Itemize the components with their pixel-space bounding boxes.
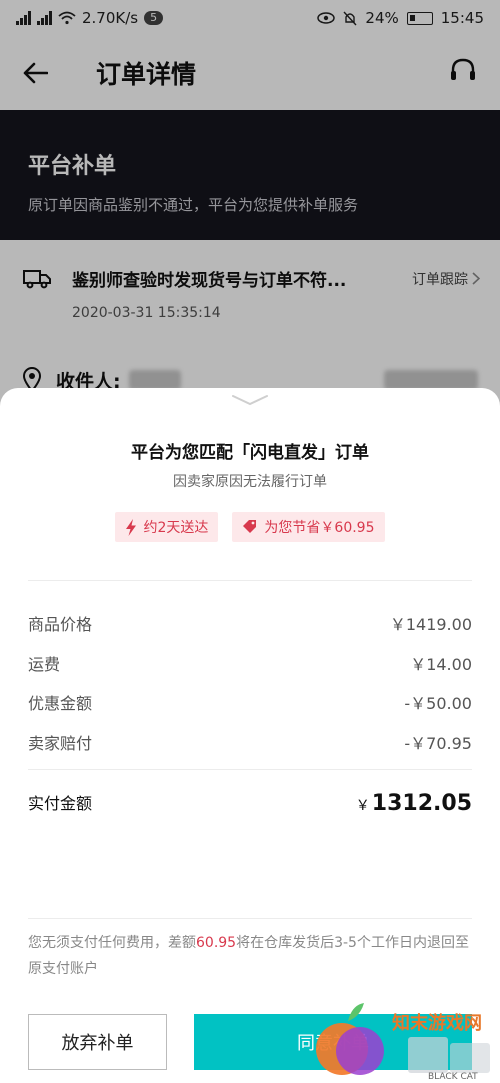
- price-tag-icon: [243, 520, 257, 533]
- price-row-shipping: 运费 ￥14.00: [28, 651, 472, 675]
- benefit-tags: 约2天送达 为您节省￥60.95: [0, 512, 500, 542]
- delivery-tag: 约2天送达: [115, 512, 219, 542]
- divider: [28, 918, 472, 919]
- delivery-tag-label: 约2天送达: [143, 520, 209, 536]
- total-amount: ￥ 1312.05: [356, 791, 472, 816]
- collapse-chevron-icon[interactable]: [231, 394, 269, 406]
- price-label: 运费: [28, 655, 61, 674]
- price-value: -￥50.00: [404, 694, 472, 713]
- saving-tag: 为您节省￥60.95: [232, 512, 385, 542]
- sheet-subtitle: 因卖家原因无法履行订单: [173, 474, 327, 490]
- refund-difference-amount: 60.95: [196, 935, 237, 951]
- price-value: -￥70.95: [404, 734, 472, 753]
- price-row-discount: 优惠金额 -￥50.00: [28, 690, 472, 714]
- total-currency: ￥: [355, 798, 370, 814]
- divider: [28, 580, 472, 581]
- watermark-subtext: BLACK CAT: [428, 1072, 478, 1082]
- price-value: ￥1419.00: [389, 615, 472, 634]
- price-row-compensation: 卖家赔付 -￥70.95: [28, 730, 472, 754]
- watermark-text: 知末游戏网: [392, 1012, 482, 1034]
- total-value: 1312.05: [371, 791, 472, 816]
- price-label: 商品价格: [28, 615, 93, 634]
- refund-note-text: 您无须支付任何费用，差额: [28, 935, 196, 951]
- price-label: 卖家赔付: [28, 734, 93, 753]
- price-label: 优惠金额: [28, 694, 93, 713]
- price-row-goods: 商品价格 ￥1419.00: [28, 611, 472, 635]
- divider: [28, 769, 472, 770]
- lightning-icon: [126, 518, 137, 536]
- total-label: 实付金额: [28, 794, 93, 813]
- price-value: ￥14.00: [410, 655, 472, 674]
- site-watermark-logo: 知末游戏网 BLACK CAT: [316, 1003, 490, 1082]
- sheet-title: 平台为您匹配「闪电直发」订单: [131, 443, 369, 463]
- give-up-reorder-button[interactable]: 放弃补单: [28, 1014, 167, 1070]
- saving-tag-label: 为您节省￥60.95: [264, 520, 375, 536]
- refund-note: 您无须支付任何费用，差额60.95将在仓库发货后3-5个工作日内退回至原支付账户: [28, 930, 476, 982]
